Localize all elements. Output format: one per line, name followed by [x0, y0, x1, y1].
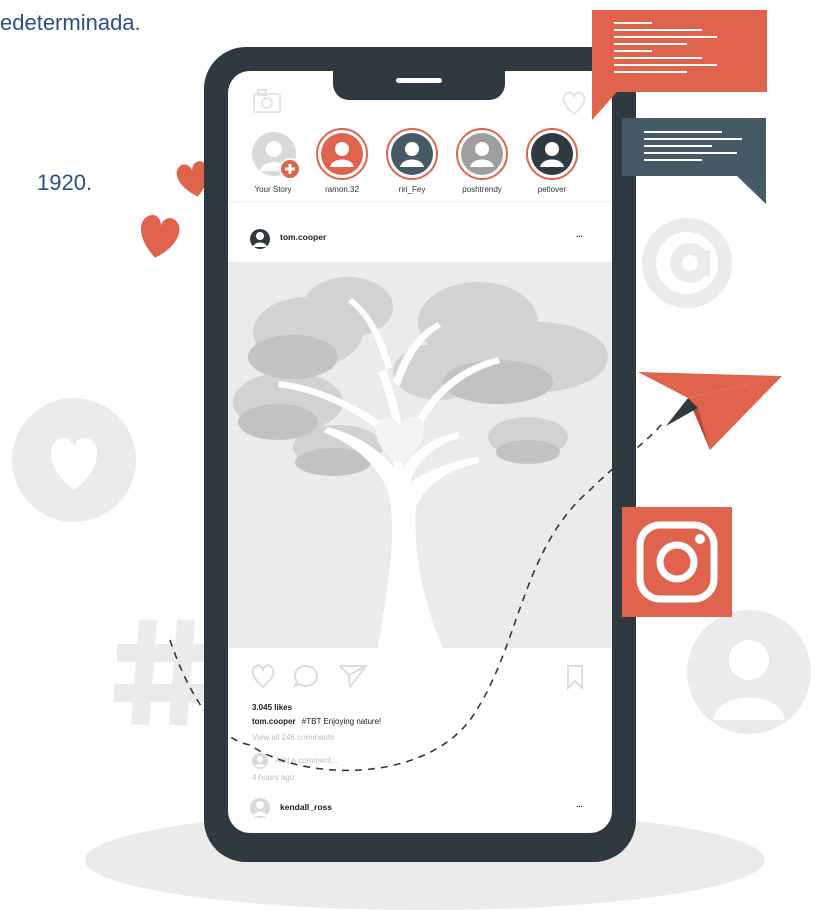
next-post-more-button[interactable]: ... [576, 800, 583, 809]
story-avatar-poshtrendy[interactable] [455, 127, 509, 181]
story-avatar-your-story[interactable] [251, 131, 301, 181]
chat-bubble-icon-orange [592, 10, 768, 120]
next-post-avatar[interactable] [249, 797, 271, 819]
heart-icon-large [131, 208, 187, 262]
story-label-petlover: petlover [537, 185, 567, 194]
paper-plane-icon [636, 368, 786, 458]
next-post-username[interactable]: kendall_ross [280, 802, 332, 812]
chat-bubble-icon-slate [622, 118, 768, 204]
post-avatar[interactable] [249, 228, 271, 250]
phone-speaker [396, 78, 442, 83]
story-avatar-petlover[interactable] [525, 127, 579, 181]
stories-divider [228, 201, 612, 202]
background-text-line-1: edeterminada. [0, 10, 141, 35]
instagram-icon [622, 507, 732, 617]
phone-notch [333, 70, 505, 100]
story-label-poshtrendy: poshtrendy [462, 185, 502, 194]
user-circle-decoration [687, 610, 811, 734]
post-username[interactable]: tom.cooper [280, 232, 326, 242]
flight-path [160, 400, 680, 790]
at-icon [632, 208, 742, 318]
story-label-ramon: ramon.32 [325, 185, 359, 194]
story-avatar-ramon[interactable] [315, 127, 369, 181]
story-label-riri: riri_Fey [398, 185, 426, 194]
background-text-line-2: 1920. [37, 170, 93, 195]
camera-icon[interactable] [252, 88, 282, 114]
activity-heart-icon[interactable] [560, 90, 588, 116]
heart-circle-decoration [12, 398, 136, 522]
story-label-your-story: Your Story [254, 185, 292, 194]
story-avatar-riri[interactable] [385, 127, 439, 181]
post-more-button[interactable]: ... [576, 230, 583, 239]
